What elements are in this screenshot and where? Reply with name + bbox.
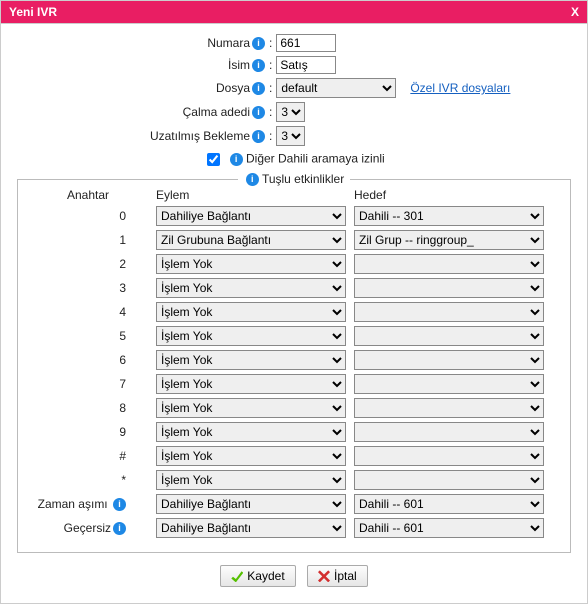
close-icon[interactable]: X	[571, 5, 579, 19]
key-label: 8	[28, 401, 148, 415]
dialog-body: Numarai : İsimi : Dosyai : default Özel …	[1, 24, 587, 603]
info-icon[interactable]: i	[113, 522, 126, 535]
label-zaman: Zaman aşımı i	[28, 497, 148, 511]
dosya-select[interactable]: default	[276, 78, 396, 98]
invalid-row: Geçersizi Dahiliye Bağlantı Dahili -- 60…	[28, 518, 560, 538]
key-action-select[interactable]: İşlem Yok	[156, 374, 346, 394]
keys-header: Anahtar Eylem Hedef	[28, 188, 560, 202]
col-eylem: Eylem	[156, 188, 346, 202]
info-icon[interactable]: i	[230, 153, 243, 166]
timeout-target-select[interactable]: Dahili -- 601	[354, 494, 544, 514]
key-label: 4	[28, 305, 148, 319]
key-action-select[interactable]: İşlem Yok	[156, 278, 346, 298]
key-row: 1 Zil Grubuna Bağlantı Zil Grup -- ringgro…	[28, 230, 560, 250]
key-target-select[interactable]	[354, 374, 544, 394]
ozel-ivr-link[interactable]: Özel IVR dosyaları	[410, 81, 510, 95]
key-label: 5	[28, 329, 148, 343]
key-row: 4 İşlem Yok	[28, 302, 560, 322]
keys-fieldset: i Tuşlu etkinlikler Anahtar Eylem Hedef …	[17, 179, 571, 553]
uzatilmis-select[interactable]: 3	[276, 126, 305, 146]
numara-input[interactable]	[276, 34, 336, 52]
key-target-select[interactable]	[354, 398, 544, 418]
key-label: 6	[28, 353, 148, 367]
col-anahtar: Anahtar	[28, 188, 148, 202]
key-row: 8 İşlem Yok	[28, 398, 560, 418]
key-target-select[interactable]: Zil Grup -- ringgroup_	[354, 230, 544, 250]
label-dosya: Dosyai	[17, 81, 267, 95]
key-action-select[interactable]: İşlem Yok	[156, 350, 346, 370]
info-icon[interactable]: i	[246, 173, 259, 186]
label-diger-dahili: Diğer Dahili aramaya izinli	[246, 152, 385, 166]
legend-label: Tuşlu etkinlikler	[262, 172, 344, 186]
key-target-select[interactable]	[354, 446, 544, 466]
key-action-select[interactable]: İşlem Yok	[156, 422, 346, 442]
key-target-select[interactable]	[354, 278, 544, 298]
cancel-button[interactable]: İptal	[307, 565, 368, 587]
invalid-target-select[interactable]: Dahili -- 601	[354, 518, 544, 538]
label-uzatilmis: Uzatılmış Beklemei	[17, 129, 267, 143]
key-target-select[interactable]	[354, 470, 544, 490]
info-icon[interactable]: i	[252, 37, 265, 50]
key-target-select[interactable]	[354, 326, 544, 346]
ivr-dialog: Yeni IVR X Numarai : İsimi : Dosyai : de…	[0, 0, 588, 604]
key-row: 2 İşlem Yok	[28, 254, 560, 274]
key-label: 3	[28, 281, 148, 295]
key-action-select[interactable]: İşlem Yok	[156, 302, 346, 322]
key-action-select[interactable]: İşlem Yok	[156, 326, 346, 346]
timeout-action-select[interactable]: Dahiliye Bağlantı	[156, 494, 346, 514]
key-row: 5 İşlem Yok	[28, 326, 560, 346]
key-label: #	[28, 449, 148, 463]
x-icon	[318, 570, 330, 582]
key-label: 7	[28, 377, 148, 391]
key-row: # İşlem Yok	[28, 446, 560, 466]
key-target-select[interactable]	[354, 254, 544, 274]
key-label: 1	[28, 233, 148, 247]
save-button[interactable]: Kaydet	[220, 565, 295, 587]
col-hedef: Hedef	[354, 188, 544, 202]
label-isim: İsimi	[17, 58, 267, 72]
label-gecersiz: Geçersizi	[28, 521, 148, 535]
key-target-select[interactable]	[354, 302, 544, 322]
key-action-select[interactable]: İşlem Yok	[156, 446, 346, 466]
check-icon	[231, 570, 243, 582]
key-label: *	[28, 473, 148, 487]
info-icon[interactable]: i	[252, 106, 265, 119]
key-label: 2	[28, 257, 148, 271]
key-action-select[interactable]: İşlem Yok	[156, 254, 346, 274]
key-row: 7 İşlem Yok	[28, 374, 560, 394]
info-icon[interactable]: i	[113, 498, 126, 511]
info-icon[interactable]: i	[252, 59, 265, 72]
info-icon[interactable]: i	[252, 130, 265, 143]
key-action-select[interactable]: Dahiliye Bağlantı	[156, 206, 346, 226]
key-row: 9 İşlem Yok	[28, 422, 560, 442]
titlebar: Yeni IVR X	[1, 1, 587, 24]
info-icon[interactable]: i	[252, 82, 265, 95]
key-action-select[interactable]: İşlem Yok	[156, 470, 346, 490]
key-row: * İşlem Yok	[28, 470, 560, 490]
key-target-select[interactable]	[354, 422, 544, 442]
key-action-select[interactable]: İşlem Yok	[156, 398, 346, 418]
key-label: 0	[28, 209, 148, 223]
action-bar: Kaydet İptal	[17, 565, 571, 587]
label-numara: Numarai	[17, 36, 267, 50]
key-action-select[interactable]: Zil Grubuna Bağlantı	[156, 230, 346, 250]
timeout-row: Zaman aşımı i Dahiliye Bağlantı Dahili -…	[28, 494, 560, 514]
key-target-select[interactable]	[354, 350, 544, 370]
label-calma: Çalma adedii	[17, 105, 267, 119]
key-row: 0 Dahiliye Bağlantı Dahili -- 301	[28, 206, 560, 226]
key-row: 6 İşlem Yok	[28, 350, 560, 370]
key-label: 9	[28, 425, 148, 439]
diger-dahili-checkbox[interactable]	[207, 153, 220, 166]
isim-input[interactable]	[276, 56, 336, 74]
dialog-title: Yeni IVR	[9, 5, 57, 19]
key-row: 3 İşlem Yok	[28, 278, 560, 298]
key-target-select[interactable]: Dahili -- 301	[354, 206, 544, 226]
invalid-action-select[interactable]: Dahiliye Bağlantı	[156, 518, 346, 538]
calma-select[interactable]: 3	[276, 102, 305, 122]
